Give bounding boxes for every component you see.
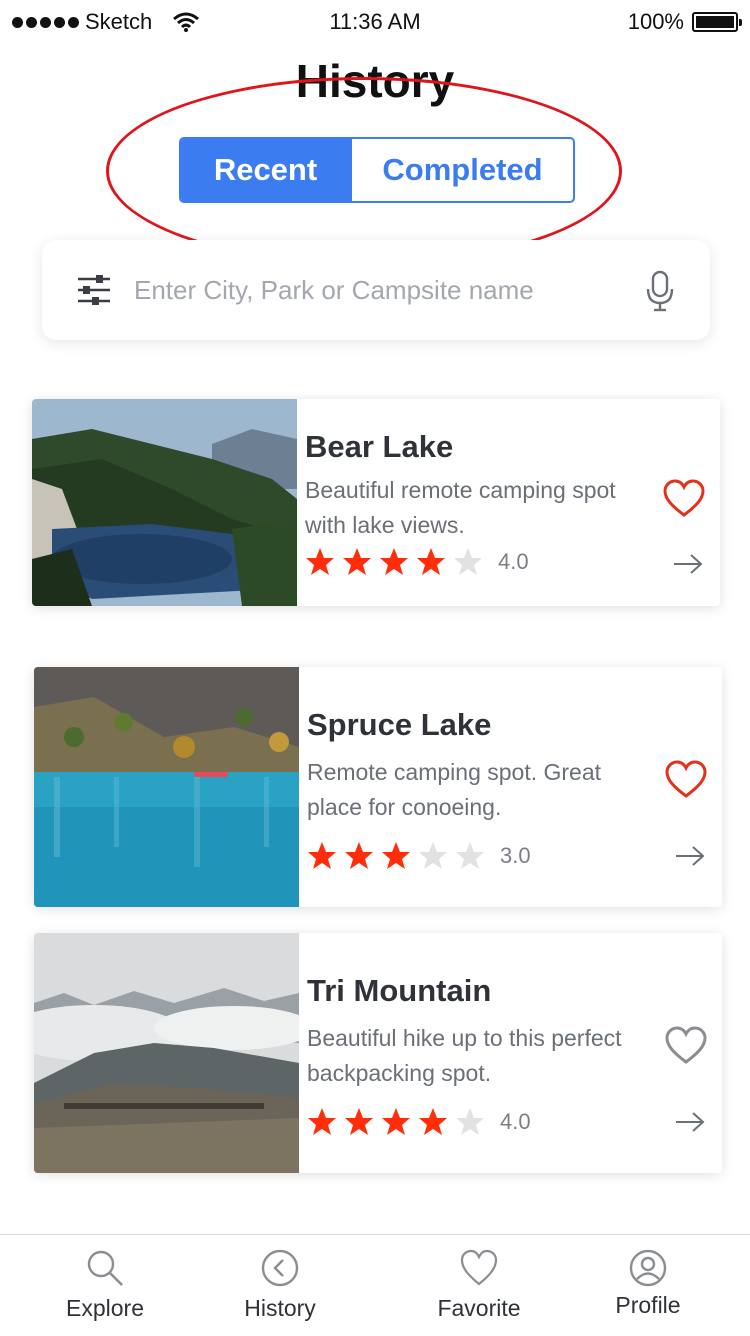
arrow-right-icon[interactable] [674,1111,706,1133]
rating-value: 3.0 [500,843,531,868]
microphone-icon[interactable] [646,270,674,312]
tab-label: History [244,1295,316,1321]
segmented-control: Recent Completed [179,137,575,203]
card-description: Remote camping spot. Great place for con… [307,759,602,820]
star-rating: 4.0 [305,547,529,577]
card-title: Spruce Lake [307,707,492,742]
heart-icon[interactable] [664,1026,708,1066]
star-filled-icon [343,548,371,575]
star-filled-icon [308,842,336,869]
campsite-card[interactable]: Bear Lake Beautiful remote camping spot … [32,399,720,606]
star-filled-icon [306,548,334,575]
star-empty-icon [419,842,447,869]
star-filled-icon [380,548,408,575]
tab-favorite[interactable]: Favorite [399,1235,559,1336]
rating-value: 4.0 [498,549,529,574]
tab-label: Favorite [437,1295,521,1321]
rating-value: 4.0 [500,1109,531,1134]
arrow-right-icon[interactable] [672,553,704,575]
arrow-right-icon[interactable] [674,845,706,867]
star-filled-icon [382,1108,410,1135]
card-title: Bear Lake [305,429,454,464]
star-filled-icon [308,1108,336,1135]
segment-recent[interactable]: Recent [181,139,350,201]
status-bar: Sketch 11:36 AM 100% [0,0,750,44]
star-rating: 3.0 [307,841,531,871]
tab-label: Explore [66,1295,144,1321]
segment-completed[interactable]: Completed [350,139,573,201]
history-icon [261,1249,299,1287]
search-icon [87,1250,123,1286]
profile-icon [629,1249,667,1287]
filter-icon[interactable] [76,272,112,308]
tri-mountain-photo [34,933,299,1173]
spruce-lake-photo [34,667,299,907]
battery-icon [692,12,742,32]
tab-bar: Explore History Favorite Profile [0,1234,750,1336]
star-filled-icon [345,1108,373,1135]
bear-lake-photo [32,399,297,606]
search-input[interactable] [134,270,634,310]
card-description: Beautiful remote camping spot with lake … [305,477,616,538]
battery-label: 100% [627,9,684,34]
star-empty-icon [456,842,484,869]
star-filled-icon [417,548,445,575]
card-title: Tri Mountain [307,973,492,1008]
star-filled-icon [382,842,410,869]
star-filled-icon [345,842,373,869]
star-filled-icon [419,1108,447,1135]
tab-explore[interactable]: Explore [25,1235,185,1336]
heart-icon [460,1249,498,1286]
card-description: Beautiful hike up to this perfect backpa… [307,1025,622,1086]
star-rating: 4.0 [307,1107,531,1137]
campsite-card[interactable]: Spruce Lake Remote camping spot. Great p… [34,667,722,907]
status-right: 100% [627,9,742,35]
heart-icon[interactable] [662,479,706,519]
tab-profile[interactable]: Profile [568,1235,728,1336]
search-bar [42,240,710,340]
star-empty-icon [456,1108,484,1135]
star-empty-icon [454,548,482,575]
heart-icon[interactable] [664,760,708,800]
campsite-card[interactable]: Tri Mountain Beautiful hike up to this p… [34,933,722,1173]
tab-label: Profile [615,1292,681,1318]
page-title: History [295,55,455,107]
tab-history[interactable]: History [200,1235,360,1336]
